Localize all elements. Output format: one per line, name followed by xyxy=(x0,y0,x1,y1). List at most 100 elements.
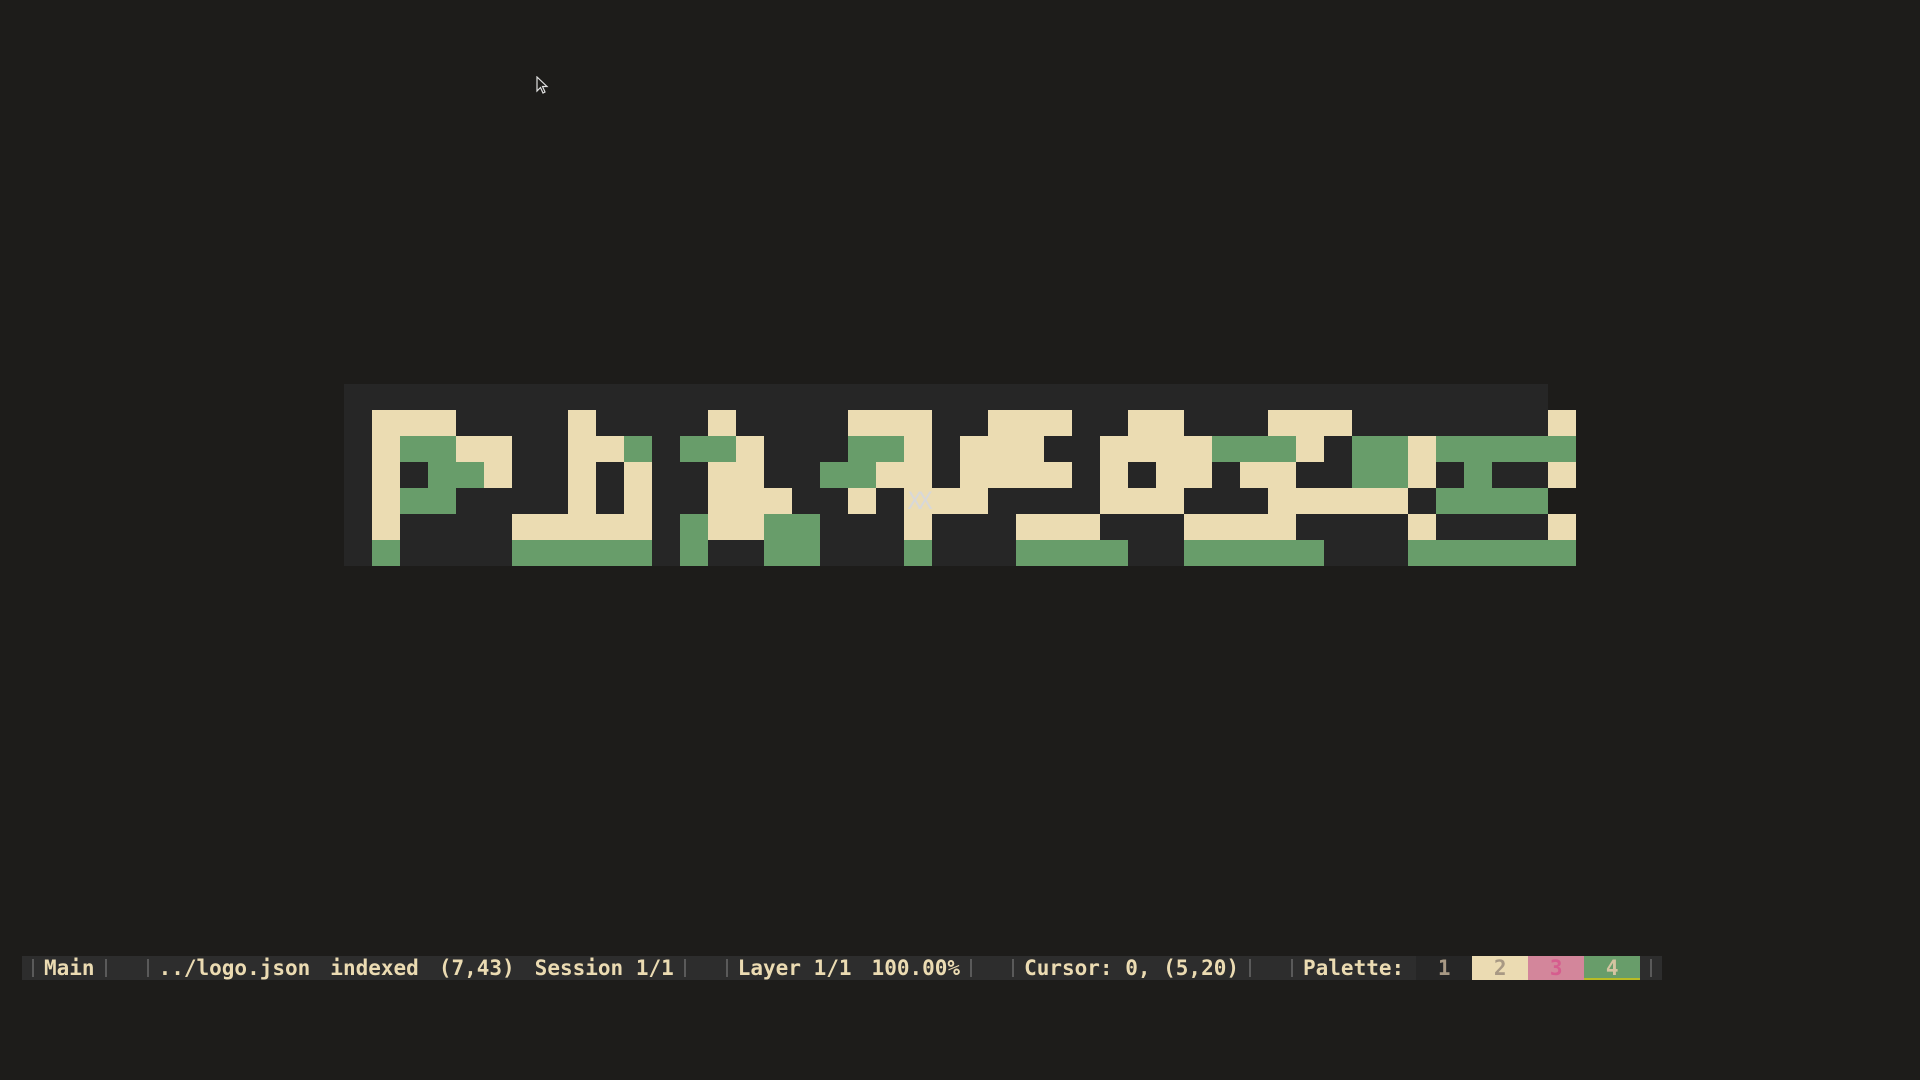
pixel-cell[interactable] xyxy=(1520,436,1548,462)
pixel-cell[interactable] xyxy=(1072,462,1100,488)
pixel-cell[interactable] xyxy=(1352,540,1380,566)
pixel-cell[interactable] xyxy=(1156,540,1184,566)
pixel-cell[interactable] xyxy=(1352,436,1380,462)
pixel-cell[interactable] xyxy=(1128,488,1156,514)
pixel-cell[interactable] xyxy=(1184,436,1212,462)
pixel-cell[interactable] xyxy=(1016,488,1044,514)
pixel-cell[interactable] xyxy=(1324,436,1352,462)
pixel-cell[interactable] xyxy=(820,436,848,462)
pixel-cell[interactable] xyxy=(1240,540,1268,566)
pixel-cell[interactable] xyxy=(1072,540,1100,566)
pixel-cell[interactable] xyxy=(988,540,1016,566)
pixel-cell[interactable] xyxy=(456,410,484,436)
pixel-cell[interactable] xyxy=(1296,514,1324,540)
pixel-cell[interactable] xyxy=(1240,514,1268,540)
pixel-cell[interactable] xyxy=(1072,514,1100,540)
pixel-cell[interactable] xyxy=(792,540,820,566)
pixel-cell[interactable] xyxy=(596,436,624,462)
pixel-cell[interactable] xyxy=(1520,540,1548,566)
pixel-cell[interactable] xyxy=(456,436,484,462)
pixel-cell[interactable] xyxy=(484,436,512,462)
pixel-cell[interactable] xyxy=(1100,436,1128,462)
pixel-cell[interactable] xyxy=(428,540,456,566)
pixel-cell[interactable] xyxy=(1464,462,1492,488)
pixel-cell[interactable] xyxy=(1464,410,1492,436)
pixel-cell[interactable] xyxy=(1268,436,1296,462)
pixel-cell[interactable] xyxy=(1436,462,1464,488)
pixel-cell[interactable] xyxy=(876,488,904,514)
pixel-cell[interactable] xyxy=(876,540,904,566)
pixel-cell[interactable] xyxy=(820,488,848,514)
pixel-cell[interactable] xyxy=(1016,410,1044,436)
pixel-cell[interactable] xyxy=(1156,488,1184,514)
pixel-cell[interactable] xyxy=(456,514,484,540)
pixel-cell[interactable] xyxy=(960,514,988,540)
pixel-cell[interactable] xyxy=(428,488,456,514)
palette-swatch-1[interactable]: 1 xyxy=(1416,956,1473,980)
pixel-cell[interactable] xyxy=(624,540,652,566)
pixel-cell[interactable] xyxy=(652,436,680,462)
pixel-cell[interactable] xyxy=(1184,540,1212,566)
pixel-canvas[interactable]: XX xyxy=(344,384,1576,566)
pixel-cell[interactable] xyxy=(1268,462,1296,488)
pixel-cell[interactable] xyxy=(680,462,708,488)
pixel-cell[interactable] xyxy=(1352,514,1380,540)
pixel-cell[interactable] xyxy=(988,488,1016,514)
pixel-cell[interactable] xyxy=(876,462,904,488)
pixel-cell[interactable] xyxy=(736,488,764,514)
pixel-cell[interactable] xyxy=(708,540,736,566)
pixel-cell[interactable] xyxy=(568,436,596,462)
pixel-cell[interactable] xyxy=(1548,488,1576,514)
pixel-cell[interactable] xyxy=(764,436,792,462)
pixel-cell[interactable] xyxy=(988,462,1016,488)
pixel-cell[interactable] xyxy=(1072,436,1100,462)
pixel-cell[interactable] xyxy=(848,410,876,436)
pixel-cell[interactable] xyxy=(1492,462,1520,488)
pixel-cell[interactable] xyxy=(568,514,596,540)
pixel-cell[interactable] xyxy=(1408,540,1436,566)
pixel-cell[interactable] xyxy=(456,488,484,514)
pixel-cell[interactable] xyxy=(960,462,988,488)
pixel-cell[interactable] xyxy=(1492,410,1520,436)
pixel-cell[interactable] xyxy=(1240,436,1268,462)
pixel-cell[interactable] xyxy=(1128,540,1156,566)
pixel-cell[interactable] xyxy=(456,540,484,566)
pixel-cell[interactable] xyxy=(708,410,736,436)
pixel-cell[interactable] xyxy=(1296,488,1324,514)
pixel-cell[interactable] xyxy=(1464,514,1492,540)
pixel-cell[interactable] xyxy=(484,514,512,540)
pixel-cell[interactable] xyxy=(1044,488,1072,514)
pixel-cell[interactable] xyxy=(1464,488,1492,514)
pixel-cell[interactable] xyxy=(1492,436,1520,462)
pixel-cell[interactable] xyxy=(512,462,540,488)
pixel-cell[interactable] xyxy=(652,462,680,488)
pixel-cell[interactable] xyxy=(428,410,456,436)
pixel-cell[interactable] xyxy=(708,488,736,514)
pixel-cell[interactable] xyxy=(1212,540,1240,566)
pixel-cell[interactable] xyxy=(1156,436,1184,462)
pixel-cell[interactable] xyxy=(484,488,512,514)
pixel-cell[interactable] xyxy=(1380,462,1408,488)
pixel-cell[interactable] xyxy=(596,540,624,566)
pixel-cell[interactable] xyxy=(540,488,568,514)
pixel-cell[interactable] xyxy=(512,410,540,436)
pixel-cell[interactable] xyxy=(456,462,484,488)
pixel-cell[interactable] xyxy=(1100,488,1128,514)
pixel-cell[interactable] xyxy=(1212,488,1240,514)
pixel-cell[interactable] xyxy=(652,540,680,566)
pixel-cell[interactable] xyxy=(792,410,820,436)
pixel-cell[interactable] xyxy=(1548,436,1576,462)
pixel-cell[interactable] xyxy=(540,436,568,462)
pixel-cell[interactable] xyxy=(1240,488,1268,514)
pixel-cell[interactable] xyxy=(1352,488,1380,514)
pixel-cell[interactable] xyxy=(372,514,400,540)
pixel-cell[interactable] xyxy=(764,462,792,488)
pixel-cell[interactable] xyxy=(764,514,792,540)
pixel-cell[interactable] xyxy=(680,540,708,566)
pixel-cell[interactable] xyxy=(708,436,736,462)
pixel-cell[interactable] xyxy=(1212,410,1240,436)
pixel-cell[interactable] xyxy=(596,462,624,488)
pixel-cell[interactable] xyxy=(568,488,596,514)
pixel-cell[interactable] xyxy=(820,514,848,540)
pixel-cell[interactable] xyxy=(848,540,876,566)
